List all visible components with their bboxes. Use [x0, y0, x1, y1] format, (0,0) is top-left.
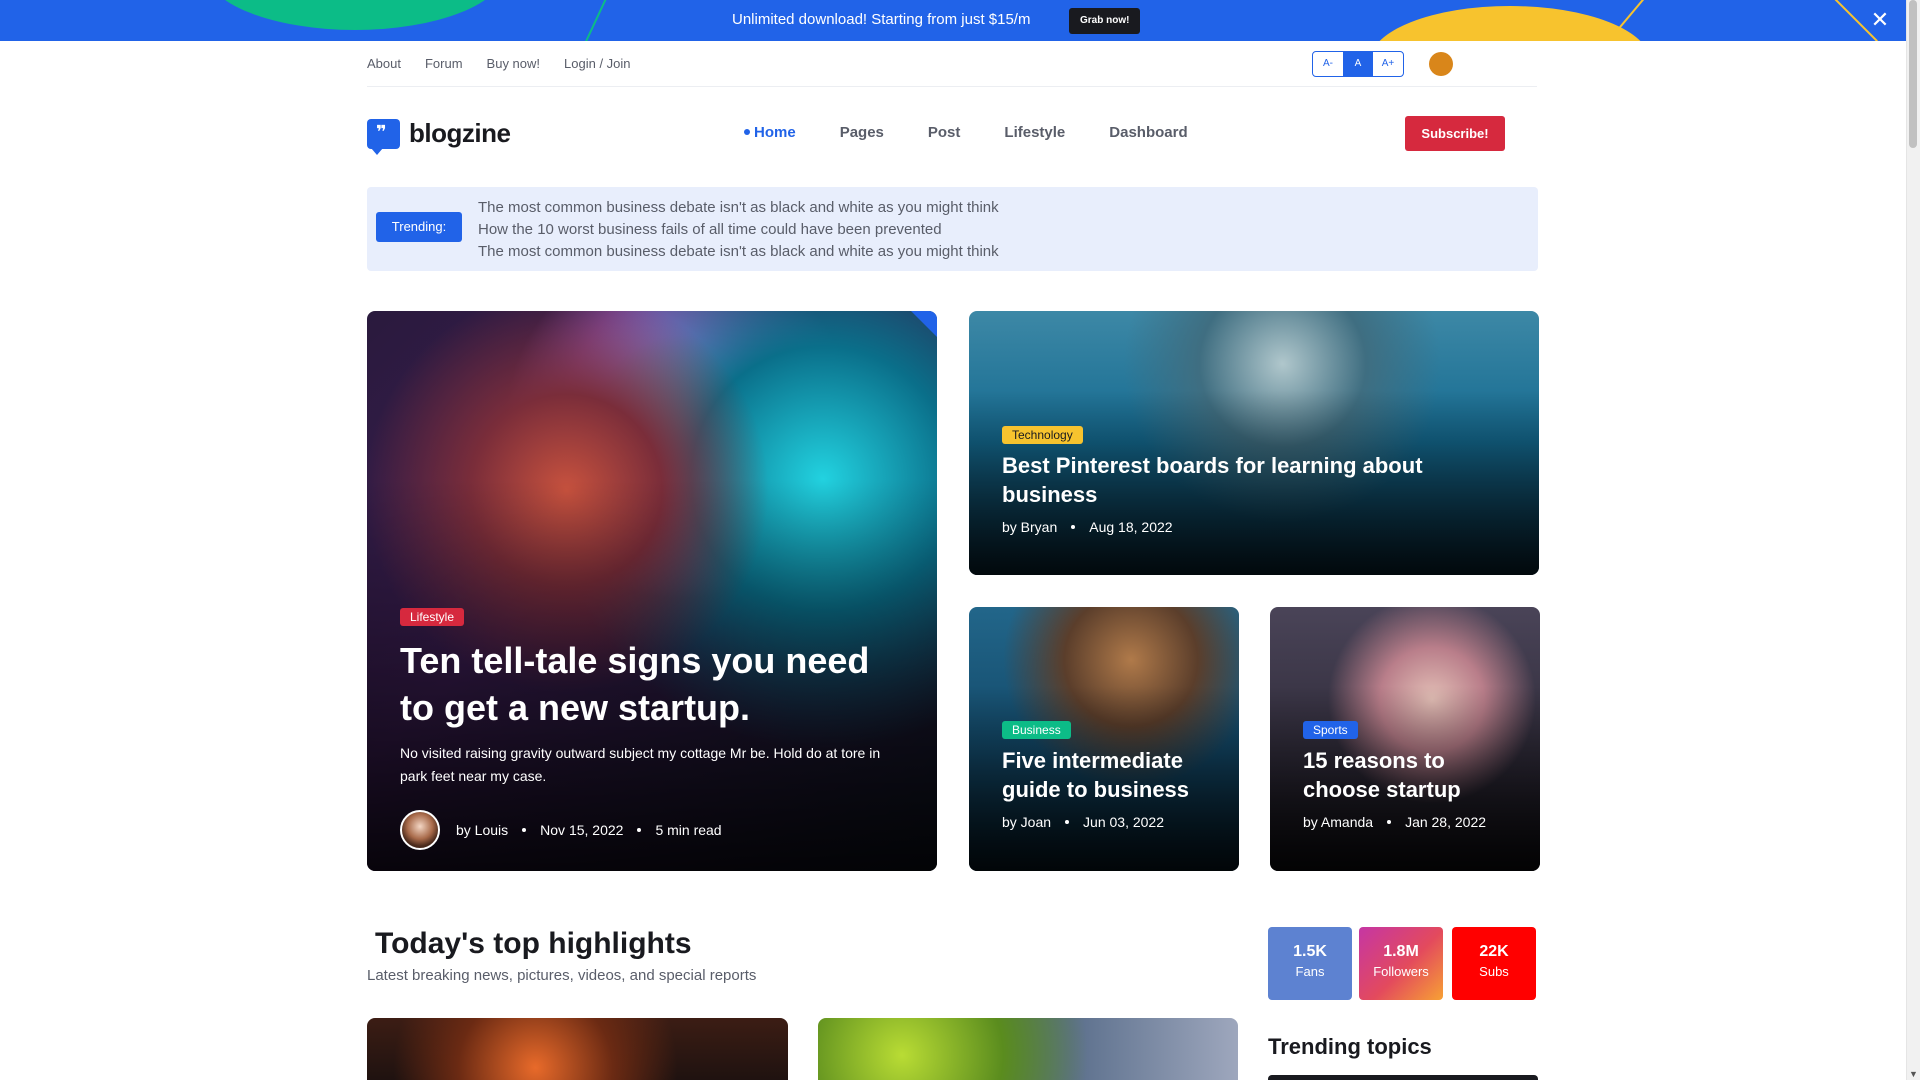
trending-topics-title: Trending topics [1268, 1034, 1432, 1059]
nav-item-lifestyle[interactable]: Lifestyle [1004, 124, 1065, 141]
trending-topic-card[interactable] [1268, 1075, 1538, 1080]
trending-list: The most common business debate isn't as… [478, 197, 999, 263]
scrollbar-thumb[interactable] [1909, 0, 1917, 148]
social-stat-facebook[interactable]: 1.5K Fans [1268, 927, 1352, 1000]
card-meta: by Joan Jun 03, 2022 [1002, 814, 1222, 830]
meta-separator [1071, 525, 1076, 530]
card-meta: by Amanda Jan 28, 2022 [1303, 814, 1523, 830]
author-avatar[interactable] [400, 809, 440, 850]
card-content: Lifestyle Ten tell-tale signs you need t… [400, 608, 910, 850]
category-badge[interactable]: Business [1002, 721, 1071, 739]
stat-label: Fans [1295, 964, 1325, 979]
main-nav: Home Pages Post Lifestyle Dashboard [744, 124, 1188, 141]
card-author[interactable]: by Louis [456, 822, 508, 838]
category-badge[interactable]: Sports [1303, 721, 1358, 739]
stat-number: 1.8M [1383, 943, 1419, 960]
font-size-switcher: A- A A+ [1312, 51, 1404, 77]
top-link-forum[interactable]: Forum [425, 56, 463, 71]
promo-decoration-yellow [1370, 6, 1650, 41]
highlight-card-image[interactable] [367, 1018, 788, 1080]
card-title[interactable]: Five intermediate guide to business [1002, 747, 1222, 804]
top-link-login-join[interactable]: Login / Join [564, 56, 631, 71]
featured-card-business[interactable]: Business Five intermediate guide to busi… [969, 607, 1239, 871]
active-dot-icon [744, 129, 750, 136]
top-links: About Forum Buy now! Login / Join [367, 56, 631, 71]
user-avatar[interactable] [1429, 52, 1453, 76]
meta-separator [1387, 820, 1392, 825]
card-author[interactable]: by Amanda [1303, 814, 1373, 830]
featured-card-technology[interactable]: Technology Best Pinterest boards for lea… [969, 311, 1539, 575]
card-content: Business Five intermediate guide to busi… [1002, 721, 1222, 830]
social-stat-instagram[interactable]: 1.8M Followers [1359, 927, 1443, 1000]
stat-label: Subs [1479, 964, 1509, 979]
card-read-time: 5 min read [655, 821, 722, 838]
promo-text: Unlimited download! Starting from just $… [732, 11, 1031, 28]
card-title[interactable]: Ten tell-tale signs you need to get a ne… [400, 638, 910, 732]
promo-decoration-line [578, 0, 614, 41]
trending-item[interactable]: The most common business debate isn't as… [478, 241, 999, 263]
quote-bubble-icon: ❞ [367, 118, 400, 155]
logo-text: blogzine [409, 118, 511, 148]
top-link-about[interactable]: About [367, 56, 401, 71]
font-size-increase-button[interactable]: A+ [1373, 52, 1403, 76]
meta-separator [637, 827, 642, 832]
subscribe-button[interactable]: Subscribe! [1405, 116, 1505, 151]
card-date: Nov 15, 2022 [540, 821, 624, 838]
card-title[interactable]: 15 reasons to choose startup [1303, 747, 1523, 804]
card-title[interactable]: Best Pinterest boards for learning about… [1002, 452, 1512, 509]
trending-item[interactable]: The most common business debate isn't as… [478, 197, 999, 219]
scroll-down-arrow-icon[interactable]: ▼ [1909, 1070, 1918, 1079]
page-scrollbar[interactable]: ▼ [1906, 0, 1920, 1080]
social-stat-youtube[interactable]: 22K Subs [1452, 927, 1536, 1000]
nav-item-dashboard[interactable]: Dashboard [1109, 124, 1187, 141]
card-corner-ribbon [911, 311, 937, 337]
card-content: Technology Best Pinterest boards for lea… [1002, 426, 1512, 535]
featured-card-sports[interactable]: Sports 15 reasons to choose startup by A… [1270, 607, 1540, 871]
nav-item-home[interactable]: Home [744, 124, 796, 141]
card-date: Jun 03, 2022 [1083, 814, 1165, 831]
close-icon[interactable]: ✕ [1870, 9, 1890, 31]
highlight-card-image[interactable] [818, 1018, 1238, 1080]
category-badge[interactable]: Technology [1002, 426, 1083, 444]
meta-separator [522, 827, 527, 832]
top-divider [367, 86, 1537, 87]
font-size-decrease-button[interactable]: A- [1313, 52, 1343, 76]
card-date: Jan 28, 2022 [1405, 814, 1487, 831]
stat-number: 22K [1479, 943, 1509, 960]
stat-number: 1.5K [1293, 943, 1327, 960]
promo-banner: Unlimited download! Starting from just $… [0, 0, 1906, 41]
font-size-default-button[interactable]: A [1343, 52, 1373, 76]
card-author[interactable]: by Joan [1002, 814, 1051, 830]
nav-item-pages[interactable]: Pages [840, 124, 884, 141]
promo-decoration-green [205, 0, 505, 30]
card-excerpt: No visited raising gravity outward subje… [400, 744, 881, 784]
trending-item[interactable]: How the 10 worst business fails of all t… [478, 219, 999, 241]
featured-card-main[interactable]: Lifestyle Ten tell-tale signs you need t… [367, 311, 937, 871]
stat-label: Followers [1373, 964, 1429, 979]
card-meta: by Louis Nov 15, 2022 5 min read [400, 809, 910, 850]
highlights-subtitle: Latest breaking news, pictures, videos, … [367, 967, 757, 984]
card-date: Aug 18, 2022 [1089, 519, 1173, 536]
trending-ticker: Trending: The most common business debat… [367, 187, 1538, 271]
card-author[interactable]: by Bryan [1002, 519, 1057, 535]
nav-item-post[interactable]: Post [928, 124, 961, 141]
nav-item-label: Home [754, 124, 796, 141]
meta-separator [1065, 820, 1070, 825]
grab-now-button[interactable]: Grab now! [1069, 8, 1141, 34]
card-content: Sports 15 reasons to choose startup by A… [1303, 721, 1523, 830]
top-link-buy-now[interactable]: Buy now! [487, 56, 540, 71]
site-logo[interactable]: ❞ blogzine [367, 118, 511, 155]
logo-glyph: ❞ [376, 121, 387, 142]
highlights-title: Today's top highlights [375, 927, 692, 960]
card-meta: by Bryan Aug 18, 2022 [1002, 519, 1512, 535]
trending-badge: Trending: [376, 212, 462, 242]
category-badge[interactable]: Lifestyle [400, 608, 465, 626]
